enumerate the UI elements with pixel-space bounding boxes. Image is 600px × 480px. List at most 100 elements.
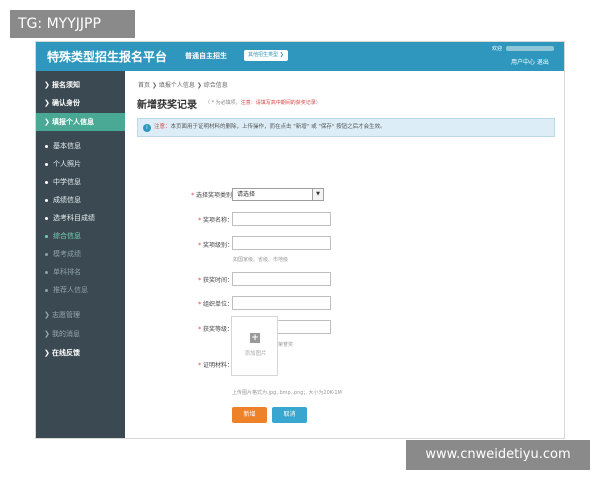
award-time-input[interactable] (232, 272, 331, 286)
chevron-right-icon: ❯ (44, 330, 50, 338)
upload-hint: 上传图片格式为.jpg,.bmp,.png；大小为20K-1M (232, 390, 342, 396)
sidebar-item-feedback[interactable]: ❯ 在线反馈 (36, 344, 125, 362)
notice-text: 本页面用于证明材料的删除，上传操作，而在点击 "新增" 或 "保存" 按钮之后才… (170, 124, 386, 130)
sidebar-sub-mock-exam[interactable]: 模考成绩 (36, 245, 125, 263)
sidebar-item-notice[interactable]: ❯ 报名须知 (36, 76, 125, 94)
chevron-right-icon: ❯ (196, 82, 202, 89)
sidebar-sub-label: 中学信息 (53, 178, 81, 186)
notice-banner: i 注意：本页面用于证明材料的删除，上传操作，而在点击 "新增" 或 "保存" … (137, 118, 555, 137)
sidebar-item-label: 在线反馈 (52, 349, 80, 357)
sidebar-sub-label: 个人照片 (53, 160, 81, 168)
sidebar-sub-label: 推荐人信息 (53, 286, 88, 294)
app-window: 特殊类型招生报名平台 普通自主招生 其他招生类型 ❯ 欢迎 用户中心 退出 ❯ 报… (35, 41, 565, 439)
info-icon: i (143, 124, 151, 132)
top-header: 特殊类型招生报名平台 普通自主招生 其他招生类型 ❯ 欢迎 用户中心 退出 (36, 42, 564, 71)
sidebar-sub-comprehensive[interactable]: 综合信息 (36, 227, 125, 245)
organizer-label: * 组织单位： (198, 299, 233, 308)
bullet-icon (45, 216, 48, 220)
sidebar-sub-label: 基本信息 (53, 142, 81, 150)
sidebar-sub-scores[interactable]: 成绩信息 (36, 191, 125, 209)
user-links[interactable]: 用户中心 退出 (511, 57, 549, 66)
sidebar-sub-school[interactable]: 中学信息 (36, 173, 125, 191)
app-title: 特殊类型招生报名平台 (47, 50, 168, 64)
note-prefix: （ * 为必填项， (205, 100, 241, 106)
award-level-input[interactable] (232, 236, 331, 250)
sidebar-item-preferences[interactable]: ❯ 志愿管理 (36, 306, 125, 324)
add-image-upload[interactable]: + 添加图片 (231, 316, 278, 376)
note-warning: 注意：请填写高中期间的获奖记录 (240, 100, 316, 106)
label-text: 奖项级别： (202, 242, 233, 249)
enrollment-type-label: 普通自主招生 (185, 52, 227, 60)
select-value: 请选择 (237, 191, 256, 198)
note-suffix: ） (315, 100, 321, 106)
sidebar-item-label: 报名须知 (52, 81, 80, 89)
add-button[interactable]: 新增 (232, 407, 267, 423)
required-star: * (198, 277, 202, 284)
welcome-label: 欢迎 (492, 46, 503, 52)
sidebar-item-messages[interactable]: ❯ 我的消息 (36, 325, 125, 343)
required-star: * (198, 217, 202, 224)
watermark-top: TG: MYYJJPP (10, 10, 135, 38)
cancel-button[interactable]: 取消 (272, 407, 307, 423)
sidebar-item-confirm-identity[interactable]: ❯ 确认身份 (36, 94, 125, 112)
sidebar-sub-basic-info[interactable]: 基本信息 (36, 137, 125, 155)
award-time-label: * 获奖时间： (198, 275, 233, 284)
breadcrumb-home[interactable]: 首页 (138, 82, 150, 89)
award-type-select[interactable]: 请选择 ▼ (232, 188, 324, 201)
sidebar-sub-label: 选考科目成绩 (53, 214, 95, 222)
award-grade-label: * 获奖等级： (198, 324, 233, 333)
sidebar-sub-label: 模考成绩 (53, 250, 81, 258)
breadcrumb-current: 综合信息 (203, 82, 228, 89)
chevron-right-icon: ❯ (44, 118, 50, 126)
organizer-input[interactable] (232, 296, 331, 310)
chevron-down-icon: ▼ (312, 189, 323, 200)
sidebar-item-label: 确认身份 (52, 99, 80, 107)
sidebar-item-label: 填报个人信息 (52, 118, 94, 126)
bullet-icon (45, 270, 48, 274)
bullet-icon (45, 180, 48, 184)
breadcrumb: 首页 ❯ 填报个人信息 ❯ 综合信息 (138, 80, 228, 89)
sidebar-sub-label: 成绩信息 (53, 196, 81, 204)
sidebar-sub-label: 综合信息 (53, 232, 81, 240)
bullet-icon (45, 252, 48, 256)
label-text: 奖项名称： (202, 217, 233, 224)
bullet-icon (45, 198, 48, 202)
chevron-right-icon: ❯ (44, 349, 50, 357)
sidebar-sub-referee[interactable]: 推荐人信息 (36, 281, 125, 299)
other-types-button[interactable]: 其他招生类型 ❯ (244, 50, 288, 61)
required-star: * (198, 326, 202, 333)
username-blur (506, 46, 554, 51)
main-content: 首页 ❯ 填报个人信息 ❯ 综合信息 新增获奖记录 （ * 为必填项，注意：请填… (125, 71, 564, 438)
sidebar: ❯ 报名须知 ❯ 确认身份 ❯ 填报个人信息 基本信息 个人照片 中学信息 成绩信息 … (36, 71, 125, 438)
page-title: 新增获奖记录 (137, 100, 197, 111)
required-star: * (191, 192, 195, 199)
plus-icon: + (250, 333, 260, 343)
required-star: * (198, 301, 202, 308)
sidebar-item-label: 我的消息 (52, 330, 80, 338)
notice-prefix: 注意： (154, 124, 171, 130)
required-star: * (198, 242, 202, 249)
chevron-right-icon: ❯ (44, 311, 50, 319)
bullet-icon (45, 288, 48, 292)
label-text: 获奖时间： (202, 277, 233, 284)
label-text: 获奖等级： (202, 326, 233, 333)
watermark-bottom: www.cnweidetiyu.com (406, 440, 590, 470)
title-note: （ * 为必填项，注意：请填写高中期间的获奖记录） (205, 99, 321, 106)
label-text: 证明材料： (202, 362, 233, 369)
sidebar-sub-elective-scores[interactable]: 选考科目成绩 (36, 209, 125, 227)
award-name-input[interactable] (232, 212, 331, 226)
sidebar-sub-subject-rank[interactable]: 单科排名 (36, 263, 125, 281)
sidebar-item-personal-info[interactable]: ❯ 填报个人信息 (36, 113, 125, 131)
chevron-right-icon: ❯ (44, 99, 50, 107)
chevron-right-icon: ❯ (44, 81, 50, 89)
award-level-hint: 如国家级、省级、市地级 (233, 257, 289, 263)
sidebar-sub-label: 单科排名 (53, 268, 81, 276)
breadcrumb-level2[interactable]: 填报个人信息 (159, 82, 195, 89)
bullet-icon (45, 162, 48, 166)
proof-label: * 证明材料： (198, 360, 233, 369)
bullet-icon (45, 234, 48, 238)
required-star: * (198, 362, 202, 369)
bullet-icon (45, 144, 48, 148)
sidebar-sub-photo[interactable]: 个人照片 (36, 155, 125, 173)
chevron-right-icon: ❯ (151, 82, 157, 89)
